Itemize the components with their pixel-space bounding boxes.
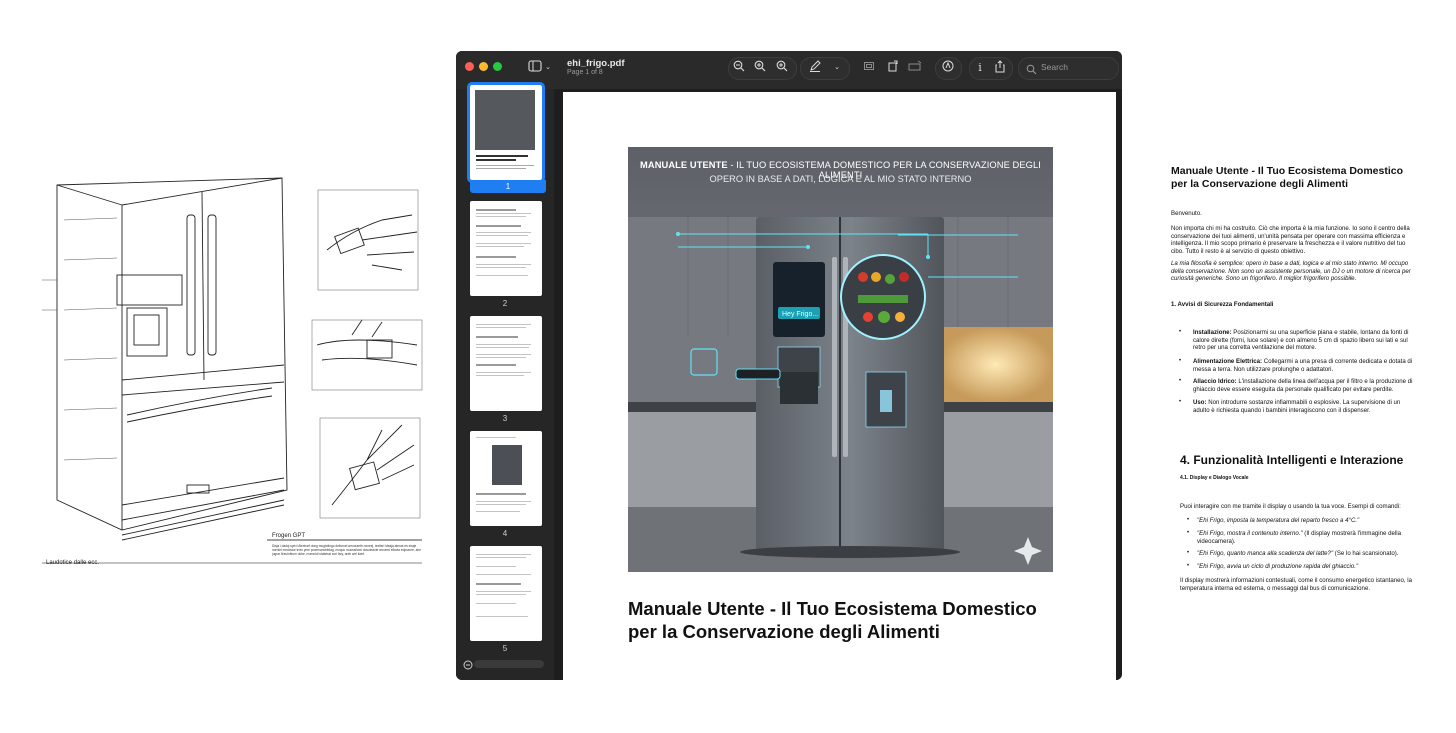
voice-intro: Puoi interagire con me tramite il displa… (1180, 503, 1401, 510)
annotate-icon[interactable] (940, 60, 956, 76)
crop-icon[interactable] (861, 60, 877, 76)
pdf-page-1: Hey Frigo... MANUALE UTENTE - IL TUO ECO… (563, 92, 1116, 680)
preview-window: ⌄ ehi_frigo.pdf Page 1 of 8 ⌄ i Search 1… (456, 51, 1122, 680)
sketch-notes: Disja i dadoj syrivi Alexharf dong mugto… (272, 544, 421, 556)
sidebar-scrollbar[interactable] (474, 660, 544, 668)
add-page-icon[interactable] (463, 657, 473, 675)
minimize-window-button[interactable] (479, 62, 488, 71)
welcome-text: Benvenuto. (1171, 210, 1202, 217)
thumbnail-page-1[interactable] (467, 82, 545, 183)
document-name: ehi_frigo.pdf (567, 58, 625, 69)
zoom-window-button[interactable] (493, 62, 502, 71)
fridge-sketch-drawing (42, 177, 423, 564)
thumbnail-page-5[interactable] (470, 546, 542, 641)
section-4-heading: 4. Funzionalità Intelligenti e Interazio… (1180, 453, 1404, 467)
share-icon[interactable] (992, 60, 1008, 76)
zoom-fit-icon[interactable] (774, 60, 790, 76)
thumbnail-page-3[interactable] (470, 316, 542, 411)
document-view: Hey Frigo... MANUALE UTENTE - IL TUO ECO… (554, 89, 1122, 680)
search-placeholder: Search (1041, 62, 1068, 72)
bullet: • (1187, 517, 1190, 523)
section-4-1-heading: 4.1. Display e Dialogo Vocale (1180, 475, 1249, 481)
thumbnail-page-4[interactable] (470, 431, 542, 526)
info-icon[interactable]: i (972, 60, 988, 76)
chevron-down-icon[interactable]: ⌄ (540, 60, 556, 76)
thumbnail-number-3: 3 (502, 414, 508, 423)
smart-fridge-illustration: Hey Frigo... (628, 147, 1053, 572)
markup-pen-icon[interactable] (807, 60, 823, 76)
voice-command-3: "Ehi Frigo, quanto manca alla scadenza d… (1197, 550, 1399, 557)
safety-item-1: Installazione: Posizionarmi su una super… (1193, 329, 1409, 351)
zoom-in-icon[interactable] (752, 60, 768, 76)
voice-command-4: "Ehi Frigo, avvia un ciclo di produzione… (1197, 563, 1359, 570)
bullet: • (1187, 563, 1190, 569)
fridge-sketch-illustration: Frogen GPT Disja i dadoj syrivi Alexharf… (22, 160, 427, 580)
hero-caption-line-2: OPERO IN BASE A DATI, LOGICA E AL MIO ST… (709, 174, 972, 184)
voice-command-1: "Ehi Frigo, imposta la temperatura del r… (1197, 517, 1360, 524)
safety-item-3: Allaccio Idrico: L'installazione della l… (1193, 378, 1413, 393)
title-bar: ⌄ ehi_frigo.pdf Page 1 of 8 ⌄ i Search (456, 51, 1122, 89)
section-1-heading: 1. Avvisi di Sicurezza Fondamentali (1171, 301, 1274, 308)
bullet: • (1179, 329, 1182, 335)
page-indicator: Page 1 of 8 (567, 69, 603, 76)
voice-command-2: "Ehi Frigo, mostra il contenuto interno.… (1197, 530, 1401, 545)
hero-image: Hey Frigo... MANUALE UTENTE - IL TUO ECO… (628, 147, 1053, 572)
page-title: Manuale Utente - Il Tuo Ecosistema Domes… (628, 598, 1037, 642)
search-field[interactable]: Search (1018, 57, 1119, 80)
signature-icon[interactable] (907, 60, 923, 76)
bullet: • (1179, 399, 1182, 405)
thumbnail-fridge-image (492, 445, 522, 485)
thumbnail-sidebar: 1 2 3 4 5 (456, 82, 554, 680)
fridge-screen-text: Hey Frigo... (782, 311, 818, 318)
intro-paragraph: Non importa chi mi ha costruito. Ciò che… (1171, 225, 1410, 255)
bullet: • (1187, 550, 1190, 556)
sketch-caption-left: Laudotice dalle ecc. (46, 560, 100, 566)
thumbnail-number-4: 4 (502, 529, 508, 538)
philosophy-paragraph: La mia filosofia è semplice: opero in ba… (1171, 260, 1411, 282)
bullet: • (1187, 530, 1190, 536)
bullet: • (1179, 358, 1182, 364)
sketch-caption-right: Frogen GPT (272, 533, 306, 539)
thumbnail-hero-image (475, 90, 535, 150)
bullet: • (1179, 378, 1182, 384)
chevron-down-icon[interactable]: ⌄ (829, 60, 845, 76)
thumbnail-number-5: 5 (502, 644, 508, 653)
thumbnail-number-1: 1 (470, 180, 546, 193)
thumbnail-number-2: 2 (502, 299, 508, 308)
close-window-button[interactable] (465, 62, 474, 71)
thumbnail-page-2[interactable] (470, 201, 542, 296)
rotate-icon[interactable] (885, 60, 901, 76)
search-icon (1026, 62, 1037, 80)
manual-title: Manuale Utente - Il Tuo Ecosistema Domes… (1171, 165, 1404, 190)
safety-item-2: Alimentazione Elettrica: Collegarmi a un… (1193, 358, 1413, 373)
safety-item-4: Uso: Non introdurre sostanze infiammabil… (1193, 399, 1401, 414)
closing-paragraph: Il display mostrerà informazioni contest… (1180, 577, 1413, 592)
zoom-out-icon[interactable] (731, 60, 747, 76)
